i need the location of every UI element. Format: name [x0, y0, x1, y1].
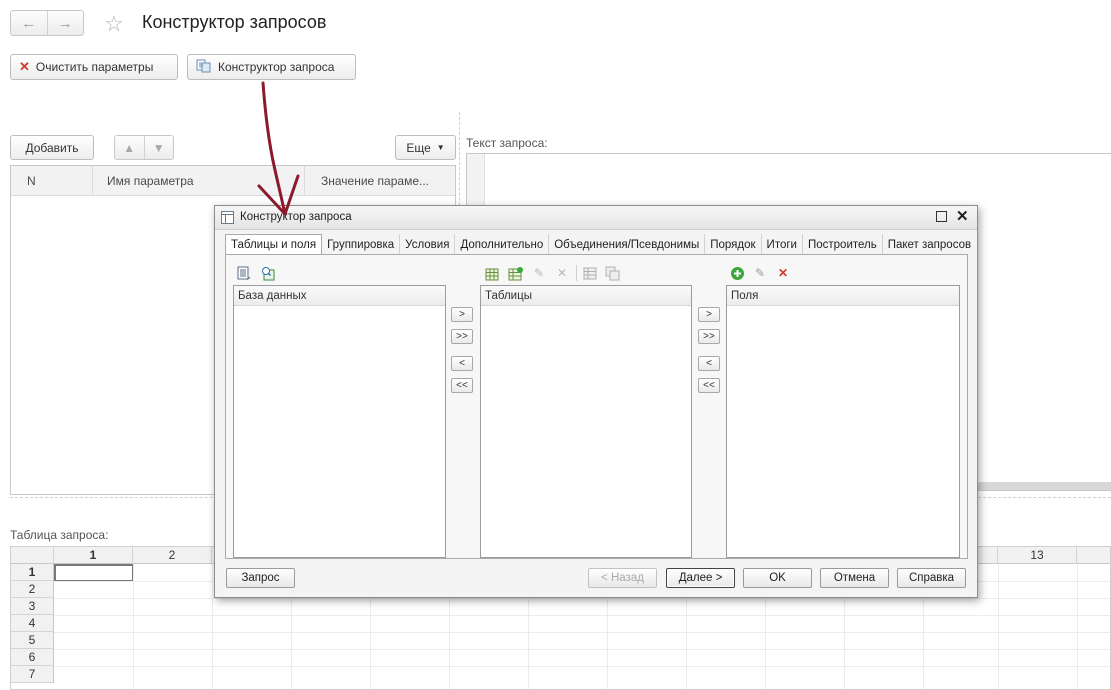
annotation-arrow [257, 81, 300, 216]
